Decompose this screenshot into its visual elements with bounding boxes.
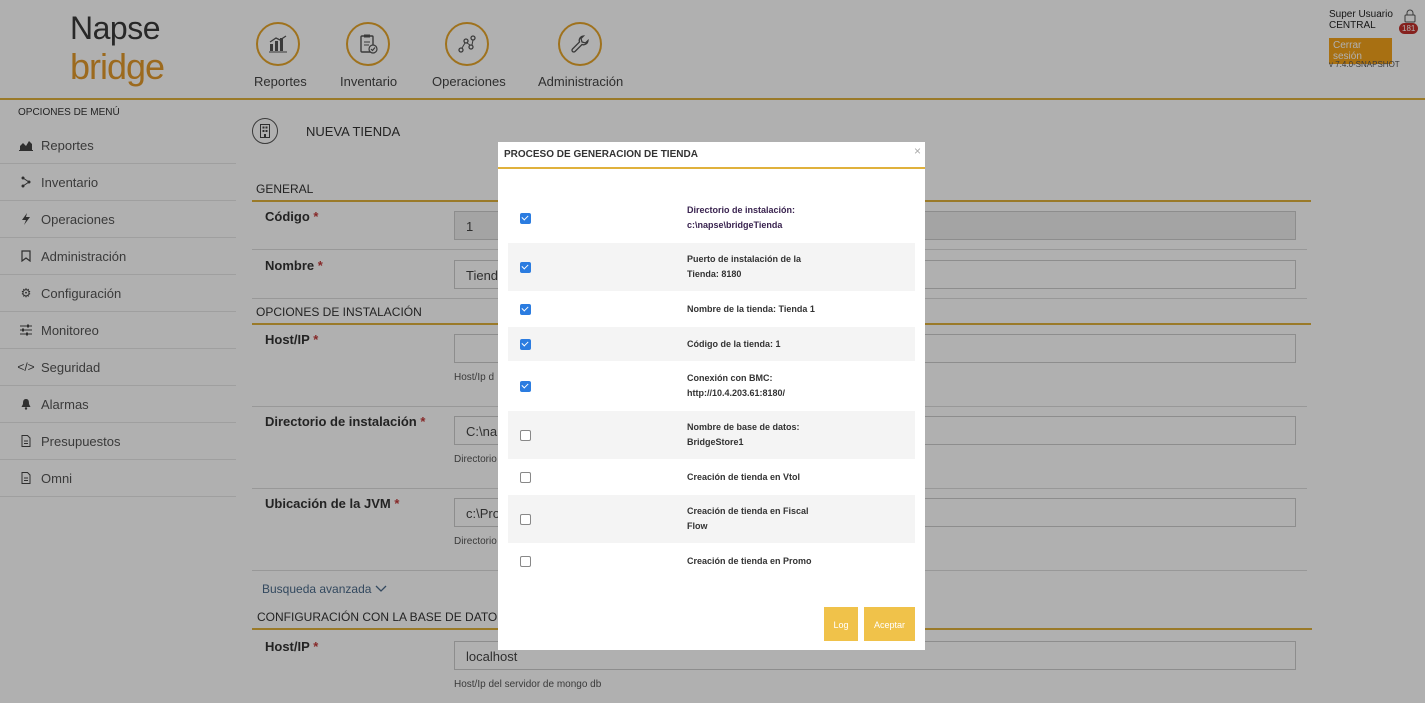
step-row: Conexión con BMC: http://10.4.203.61:8180… <box>508 362 915 410</box>
step-row: Creación de tienda en Vtol <box>508 460 915 494</box>
step-row: Puerto de instalación de la Tienda: 8180 <box>508 243 915 291</box>
step-text: Conexión con BMC: http://10.4.203.61:8180… <box>687 373 786 398</box>
step-checkbox[interactable] <box>520 303 531 315</box>
step-checkbox[interactable] <box>520 380 531 392</box>
step-checkbox[interactable] <box>520 212 531 224</box>
step-row: Código de la tienda: 1 <box>508 327 915 361</box>
step-text: Creación de tienda en Vtol <box>687 471 801 482</box>
step-checkbox[interactable] <box>520 429 531 441</box>
step-text: Directorio de instalación: c:\napse\bridg… <box>687 205 796 230</box>
log-button[interactable]: Log <box>824 607 858 641</box>
step-row: Creación de tienda en Fiscal Flow <box>508 495 915 543</box>
step-checkbox[interactable] <box>520 555 531 567</box>
step-row: Nombre de la tienda: Tienda 1 <box>508 292 915 326</box>
accept-button[interactable]: Aceptar <box>864 607 915 641</box>
step-checkbox[interactable] <box>520 513 531 525</box>
step-row: Nombre de base de datos: BridgeStore1 <box>508 411 915 459</box>
step-row: Directorio de instalación: c:\napse\bridg… <box>508 194 915 242</box>
step-text: Nombre de base de datos: BridgeStore1 <box>687 422 800 447</box>
step-text: Puerto de instalación de la Tienda: 8180 <box>687 254 802 279</box>
store-generation-modal: PROCESO DE GENERACION DE TIENDA × Direct… <box>498 142 925 650</box>
step-checkbox[interactable] <box>520 471 531 483</box>
step-text: Nombre de la tienda: Tienda 1 <box>687 303 815 314</box>
step-checkbox[interactable] <box>520 261 531 273</box>
step-text: Creación de tienda en Fiscal Flow <box>687 506 809 531</box>
close-icon[interactable]: × <box>914 144 921 158</box>
step-text: Creación de tienda en Promo <box>687 555 812 566</box>
step-row: Creación de tienda en Promo <box>508 544 915 578</box>
modal-title: PROCESO DE GENERACION DE TIENDA <box>498 142 925 169</box>
step-checkbox[interactable] <box>520 338 531 350</box>
step-text: Código de la tienda: 1 <box>687 338 781 349</box>
